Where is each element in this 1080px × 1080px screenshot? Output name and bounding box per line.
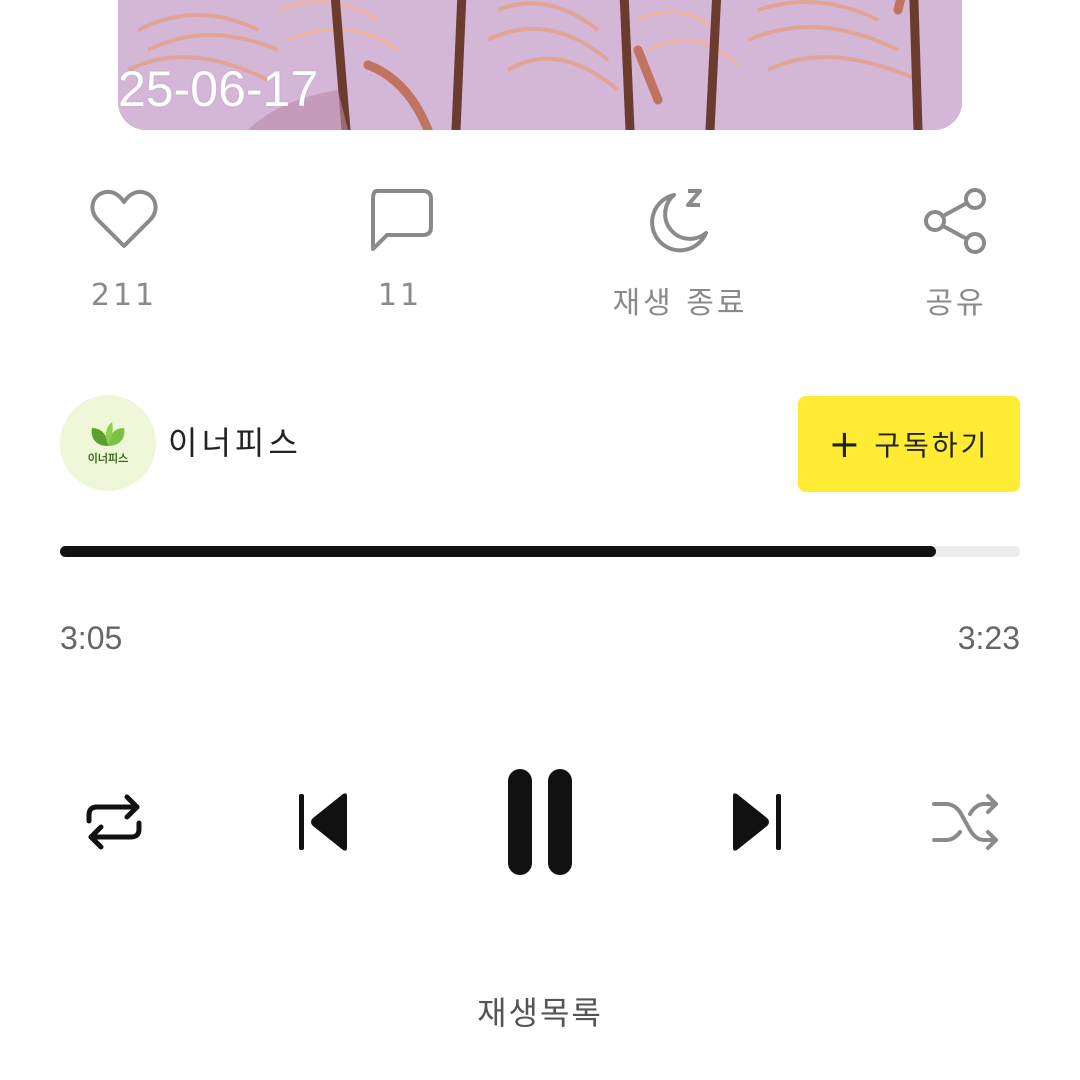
share-button[interactable]: 공유: [876, 180, 1036, 322]
skip-next-icon: [733, 793, 781, 851]
comment-icon: [365, 180, 435, 260]
subscribe-button[interactable]: + 구독하기: [798, 396, 1020, 492]
action-bar: 211 11 재생 종료 공유: [0, 180, 1080, 322]
channel-avatar[interactable]: 이너피스: [60, 395, 156, 491]
previous-button[interactable]: [288, 782, 358, 862]
share-label: 공유: [925, 286, 987, 321]
progress-bar[interactable]: [60, 546, 1020, 557]
comment-button[interactable]: 11: [320, 180, 480, 313]
leaf-logo-icon: [91, 422, 125, 446]
total-time: 3:23: [957, 620, 1020, 656]
shuffle-button[interactable]: [926, 782, 1006, 862]
current-time: 3:05: [60, 620, 123, 656]
plus-icon: +: [828, 422, 861, 466]
repeat-button[interactable]: [74, 782, 154, 862]
share-icon: [921, 180, 991, 260]
channel-name[interactable]: 이너피스: [168, 418, 302, 464]
next-button[interactable]: [722, 782, 792, 862]
cover-date: 25-06-17: [118, 61, 319, 117]
progress-fill: [60, 546, 936, 557]
avatar-text: 이너피스: [87, 452, 129, 465]
shuffle-icon: [932, 794, 998, 850]
pause-icon: [508, 769, 572, 875]
sleep-timer-icon: [644, 180, 716, 260]
like-count: 211: [90, 278, 158, 313]
skip-previous-icon: [299, 793, 347, 851]
heart-icon: [88, 180, 160, 260]
sleep-timer-label: 재생 종료: [612, 286, 748, 321]
comment-count: 11: [377, 278, 423, 313]
sleep-timer-button[interactable]: 재생 종료: [600, 180, 760, 322]
like-button[interactable]: 211: [44, 180, 204, 313]
playlist-button[interactable]: 재생목록: [0, 988, 1080, 1034]
repeat-icon: [86, 794, 142, 850]
pause-button[interactable]: [496, 766, 584, 878]
subscribe-label: 구독하기: [874, 429, 990, 462]
